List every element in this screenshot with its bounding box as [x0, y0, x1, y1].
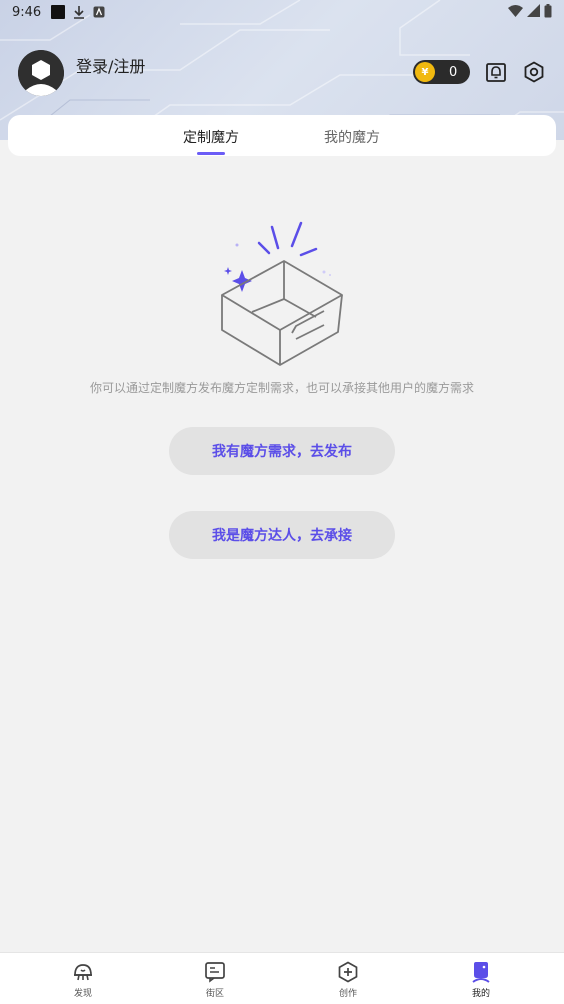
nav-label-create: 创作 [338, 989, 357, 999]
accept-request-button[interactable]: 我是魔方达人，去承接 [169, 511, 395, 559]
coin-count: 0 [449, 64, 458, 80]
nav-label-street: 街区 [205, 989, 224, 999]
battery-icon [544, 4, 552, 18]
active-tab-indicator [197, 152, 225, 155]
header-actions: ¥ 0 [413, 60, 546, 84]
settings-button[interactable] [522, 60, 546, 84]
status-time: 9:46 [12, 4, 42, 20]
wifi-icon [508, 5, 523, 17]
nav-item-create[interactable]: 创作 [318, 961, 378, 999]
nav-item-street[interactable]: 街区 [185, 961, 245, 999]
status-bar: 9:46 [0, 0, 564, 24]
avatar[interactable] [18, 50, 64, 96]
app-page: 9:46 登录/注册 ¥ 0 定制魔方 我的魔方 你可以通过定制魔方发布魔方定制… [0, 0, 564, 1004]
status-system-icons [508, 4, 552, 18]
tabs-bar: 定制魔方 我的魔方 [8, 115, 556, 156]
empty-state-description: 你可以通过定制魔方发布魔方定制需求，也可以承接其他用户的魔方需求 [89, 381, 474, 395]
download-icon [74, 6, 85, 19]
default-avatar-icon [18, 50, 64, 96]
coin-balance[interactable]: ¥ 0 [413, 60, 470, 84]
profile-icon [472, 962, 490, 983]
login-register-link[interactable]: 登录/注册 [76, 53, 145, 77]
tab-my-cube[interactable]: 我的魔方 [324, 127, 380, 147]
create-icon [338, 961, 358, 983]
status-notification-icons [51, 5, 105, 19]
street-icon [205, 962, 225, 983]
app-notification-icon [51, 5, 66, 19]
empty-box-illustration [212, 215, 352, 374]
nav-item-profile[interactable]: 我的 [451, 961, 511, 999]
bell-icon [486, 63, 506, 82]
bottom-navigation: 发现 街区 创作 我的 [0, 952, 564, 1004]
nav-label-discover: 发现 [73, 989, 92, 999]
publish-request-button[interactable]: 我有魔方需求，去发布 [169, 427, 395, 475]
nav-item-discover[interactable]: 发现 [53, 961, 113, 999]
keyboard-notification-icon [93, 6, 105, 18]
nav-label-profile: 我的 [471, 989, 490, 999]
signal-icon [527, 4, 540, 17]
discover-icon [74, 964, 92, 981]
coin-icon: ¥ [415, 62, 435, 82]
profile-row[interactable]: 登录/注册 [18, 50, 145, 96]
notification-button[interactable] [484, 60, 508, 84]
settings-icon [524, 61, 544, 83]
tab-custom-cube[interactable]: 定制魔方 [183, 127, 239, 147]
